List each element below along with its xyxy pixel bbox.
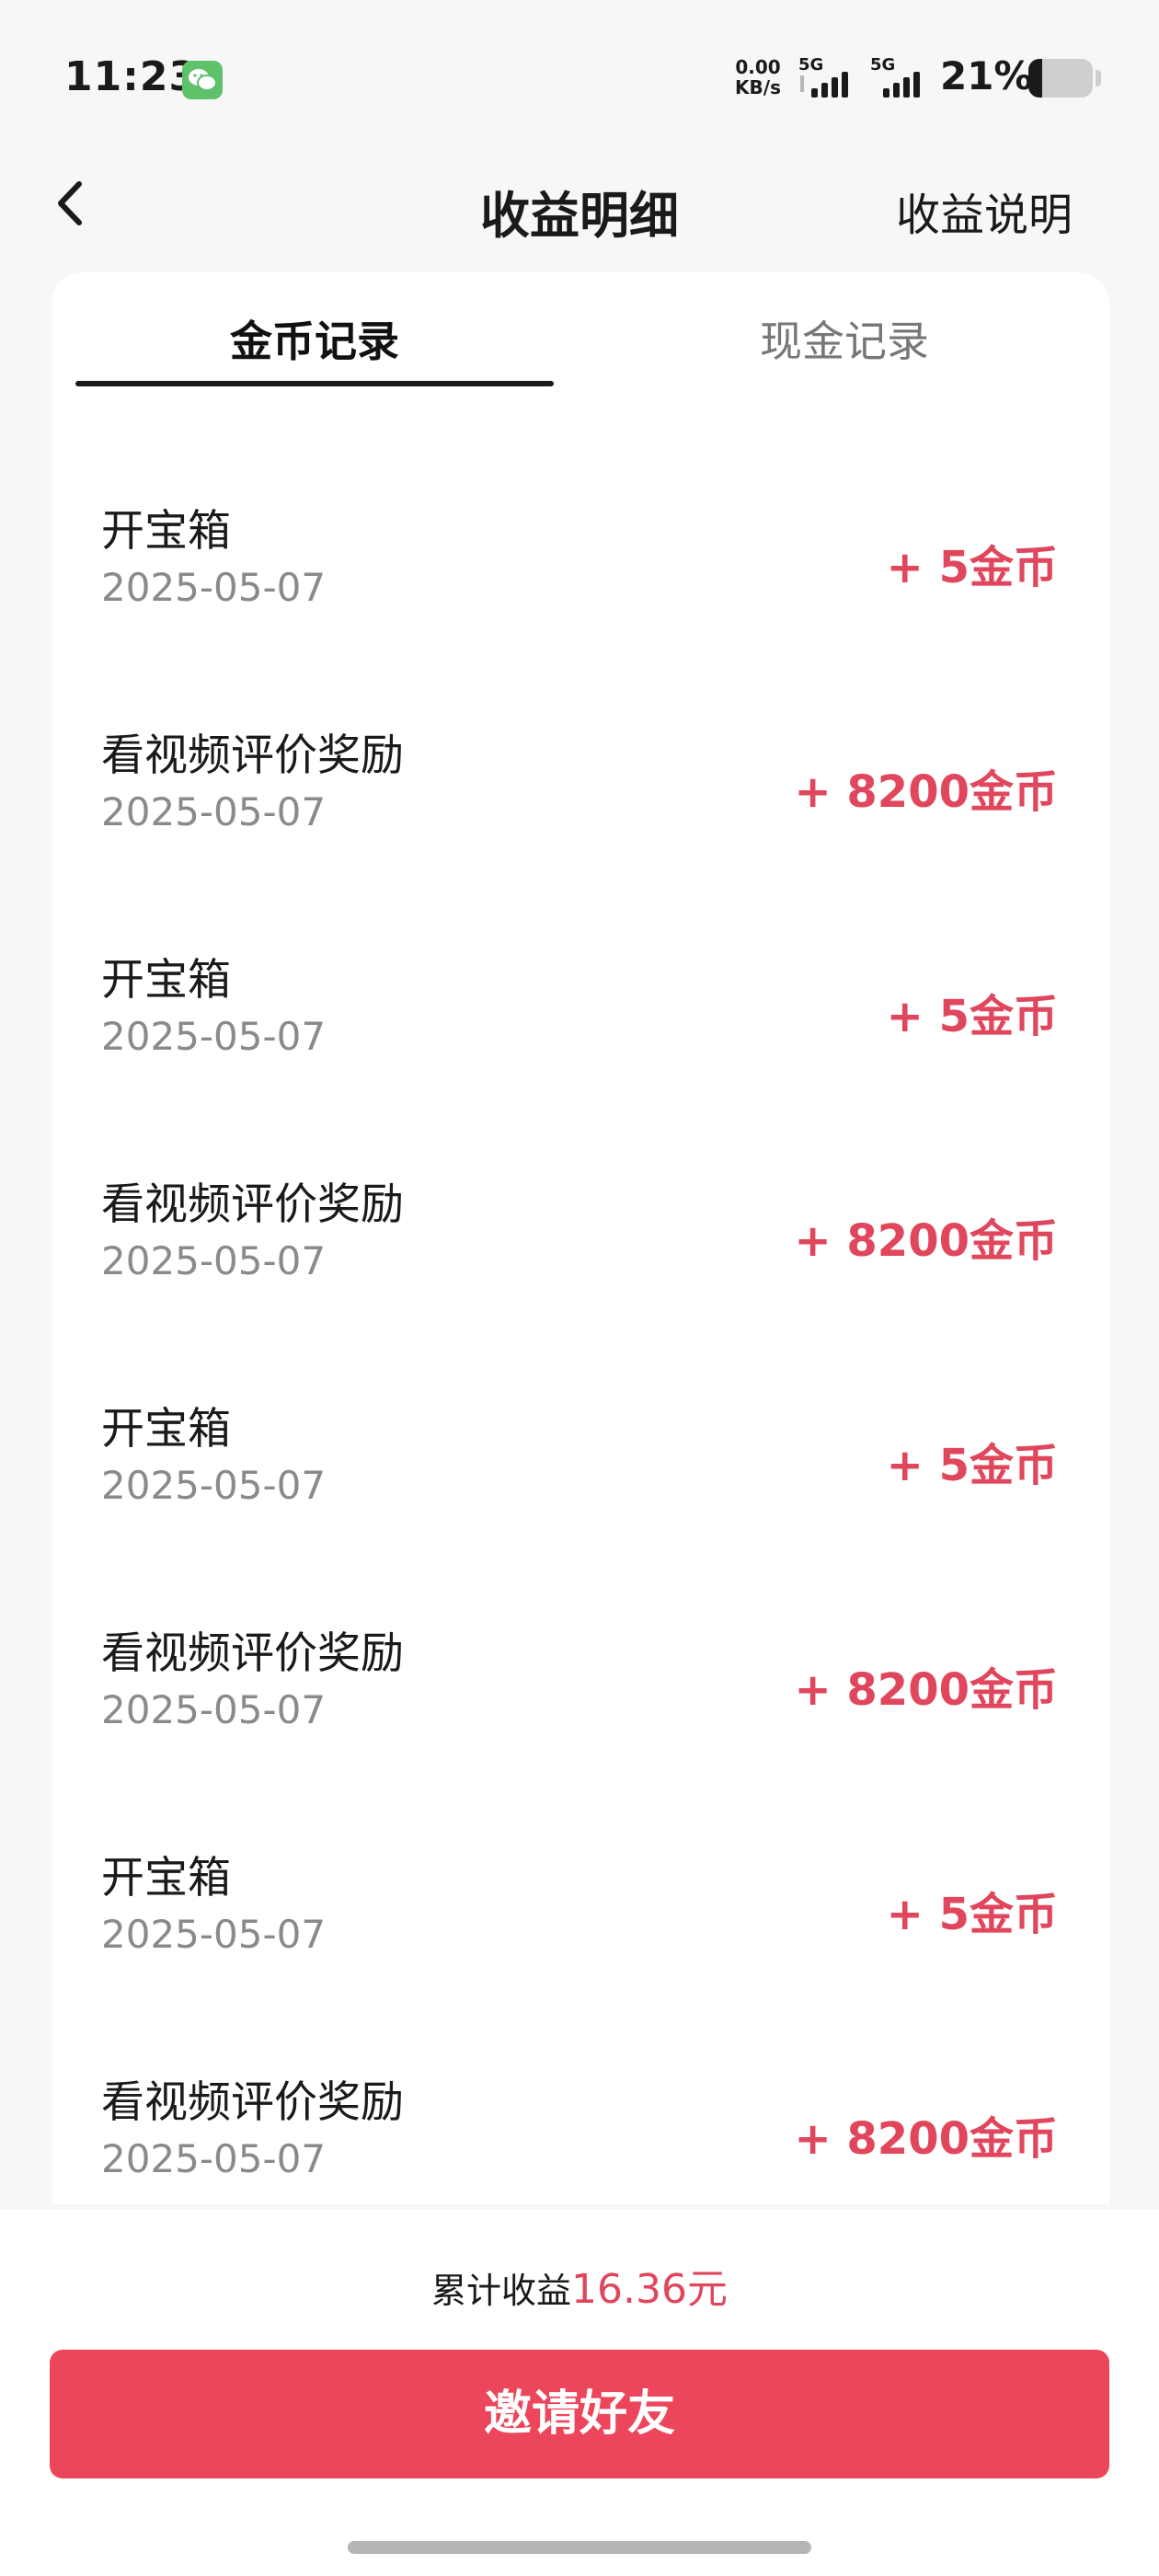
network-speed-unit: KB/s — [735, 76, 781, 98]
battery-percent: 21% — [940, 53, 1033, 98]
status-time: 11:23 — [64, 53, 199, 100]
record-date: 2025-05-07 — [101, 789, 327, 834]
signal-icon: 5G — [798, 55, 863, 101]
record-amount: + 5金币 — [886, 1440, 1058, 1491]
tab-gold-records[interactable]: 金币记录 — [75, 308, 554, 369]
record-title: 看视频评价奖励 — [101, 2077, 404, 2128]
record-amount: + 5金币 — [886, 991, 1058, 1042]
record-date: 2025-05-07 — [101, 1463, 327, 1508]
record-amount: + 8200金币 — [794, 1215, 1058, 1267]
record-title: 看视频评价奖励 — [101, 1628, 404, 1679]
record-date: 2025-05-07 — [101, 1014, 327, 1059]
data-activity-icon — [800, 75, 804, 92]
list-item: 开宝箱 2025-05-07 + 5金币 — [52, 1312, 1109, 1536]
battery-tip — [1096, 70, 1101, 86]
list-item: 看视频评价奖励 2025-05-07 + 8200金币 — [52, 1985, 1109, 2210]
network-speed-value: 0.00 — [735, 56, 781, 78]
battery-level-fill — [1028, 59, 1042, 98]
record-title: 看视频评价奖励 — [101, 730, 404, 781]
wechat-icon — [182, 61, 223, 99]
earnings-explanation-link[interactable]: 收益说明 — [896, 178, 1073, 243]
record-amount: + 8200金币 — [794, 1664, 1058, 1716]
record-title: 开宝箱 — [101, 955, 231, 1006]
list-item: 看视频评价奖励 2025-05-07 + 8200金币 — [52, 1536, 1109, 1761]
record-title: 看视频评价奖励 — [101, 1179, 404, 1230]
list-item: 开宝箱 2025-05-07 + 5金币 — [52, 863, 1109, 1087]
cumulative-earnings-label: 累计收益 — [431, 2271, 572, 2311]
list-item: 看视频评价奖励 2025-05-07 + 8200金币 — [52, 638, 1109, 863]
record-date: 2025-05-07 — [101, 1912, 327, 1957]
record-date: 2025-05-07 — [101, 2136, 327, 2181]
record-title: 开宝箱 — [101, 1853, 231, 1903]
record-amount: + 5金币 — [886, 542, 1058, 593]
record-date: 2025-05-07 — [101, 1687, 327, 1732]
signal-icon: 5G — [870, 55, 935, 101]
record-amount: + 8200金币 — [794, 766, 1058, 818]
network-speed: 0.00 KB/s — [729, 57, 787, 98]
list-item: 开宝箱 2025-05-07 + 5金币 — [52, 414, 1109, 638]
signal-bars — [883, 72, 920, 98]
record-title: 开宝箱 — [101, 506, 231, 557]
active-tab-indicator — [75, 381, 554, 386]
home-indicator[interactable] — [348, 2541, 811, 2554]
record-amount: + 8200金币 — [794, 2113, 1058, 2165]
signal-bars — [811, 72, 848, 98]
record-amount: + 5金币 — [886, 1889, 1058, 1940]
cumulative-earnings-value: 16.36元 — [571, 2266, 728, 2313]
list-item: 开宝箱 2025-05-07 + 5金币 — [52, 1761, 1109, 1985]
status-bar: 11:23 0.00 KB/s 5G 5G 21% — [0, 0, 1159, 156]
tab-cash-records[interactable]: 现金记录 — [605, 308, 1084, 369]
record-date: 2025-05-07 — [101, 1238, 327, 1283]
invite-friends-button[interactable]: 邀请好友 — [50, 2350, 1109, 2478]
list-item: 看视频评价奖励 2025-05-07 + 8200金币 — [52, 1087, 1109, 1312]
records-list: 开宝箱 2025-05-07 + 5金币 看视频评价奖励 2025-05-07 … — [52, 414, 1109, 2210]
record-title: 开宝箱 — [101, 1404, 231, 1455]
record-date: 2025-05-07 — [101, 565, 327, 610]
battery-icon — [1028, 59, 1093, 98]
cumulative-earnings: 累计收益16.36元 — [0, 2256, 1159, 2315]
